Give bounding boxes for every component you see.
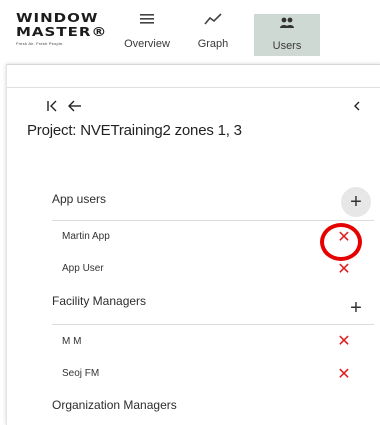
section-header-app-users: App users (52, 192, 107, 206)
remove-user-x-icon[interactable]: ✕ (337, 262, 351, 278)
highlight-circle-annotation (320, 223, 362, 261)
divider (52, 324, 374, 325)
tab-users-label: Users (272, 40, 302, 52)
add-app-user-button[interactable]: + (341, 187, 371, 217)
section-header-organization-managers: Organization Managers (52, 398, 177, 412)
logo-text-line1: WINDOW (16, 10, 99, 26)
tab-overview[interactable]: Overview (118, 8, 176, 56)
list-item-app-user-2: App User (62, 263, 104, 274)
menu-lines-icon (118, 12, 176, 34)
panel-top-strip (7, 65, 380, 88)
add-facility-manager-button[interactable]: + (341, 293, 371, 323)
list-item-facility-manager-2: Seoj FM (62, 368, 100, 379)
chevron-left-icon[interactable] (352, 100, 362, 116)
logo-tagline: Fresh Air. Fresh People. (16, 41, 64, 46)
remove-user-x-icon[interactable]: ✕ (337, 367, 351, 383)
divider (52, 220, 374, 221)
users-group-icon (254, 16, 320, 38)
list-item-app-user-1: Martin App (62, 231, 110, 242)
list-item-facility-manager-1: M M (62, 336, 82, 347)
tab-overview-label: Overview (124, 38, 170, 50)
first-page-icon[interactable] (46, 100, 58, 116)
project-title: Project: NVETraining2 zones 1, 3 (27, 122, 242, 139)
section-header-facility-managers: Facility Managers (52, 294, 147, 308)
arrow-left-icon[interactable] (68, 100, 82, 116)
logo-text-line2: MASTER® (16, 24, 108, 40)
tab-graph-label: Graph (197, 38, 229, 50)
remove-user-x-icon[interactable]: ✕ (337, 334, 351, 350)
tab-users[interactable]: Users (254, 14, 320, 56)
top-navigation-bar: WINDOW MASTER® Fresh Air. Fresh People. … (0, 0, 380, 56)
line-graph-icon (188, 12, 238, 34)
windowmaster-logo[interactable]: WINDOW MASTER® Fresh Air. Fresh People. (16, 12, 106, 48)
tab-graph[interactable]: Graph (188, 8, 238, 56)
